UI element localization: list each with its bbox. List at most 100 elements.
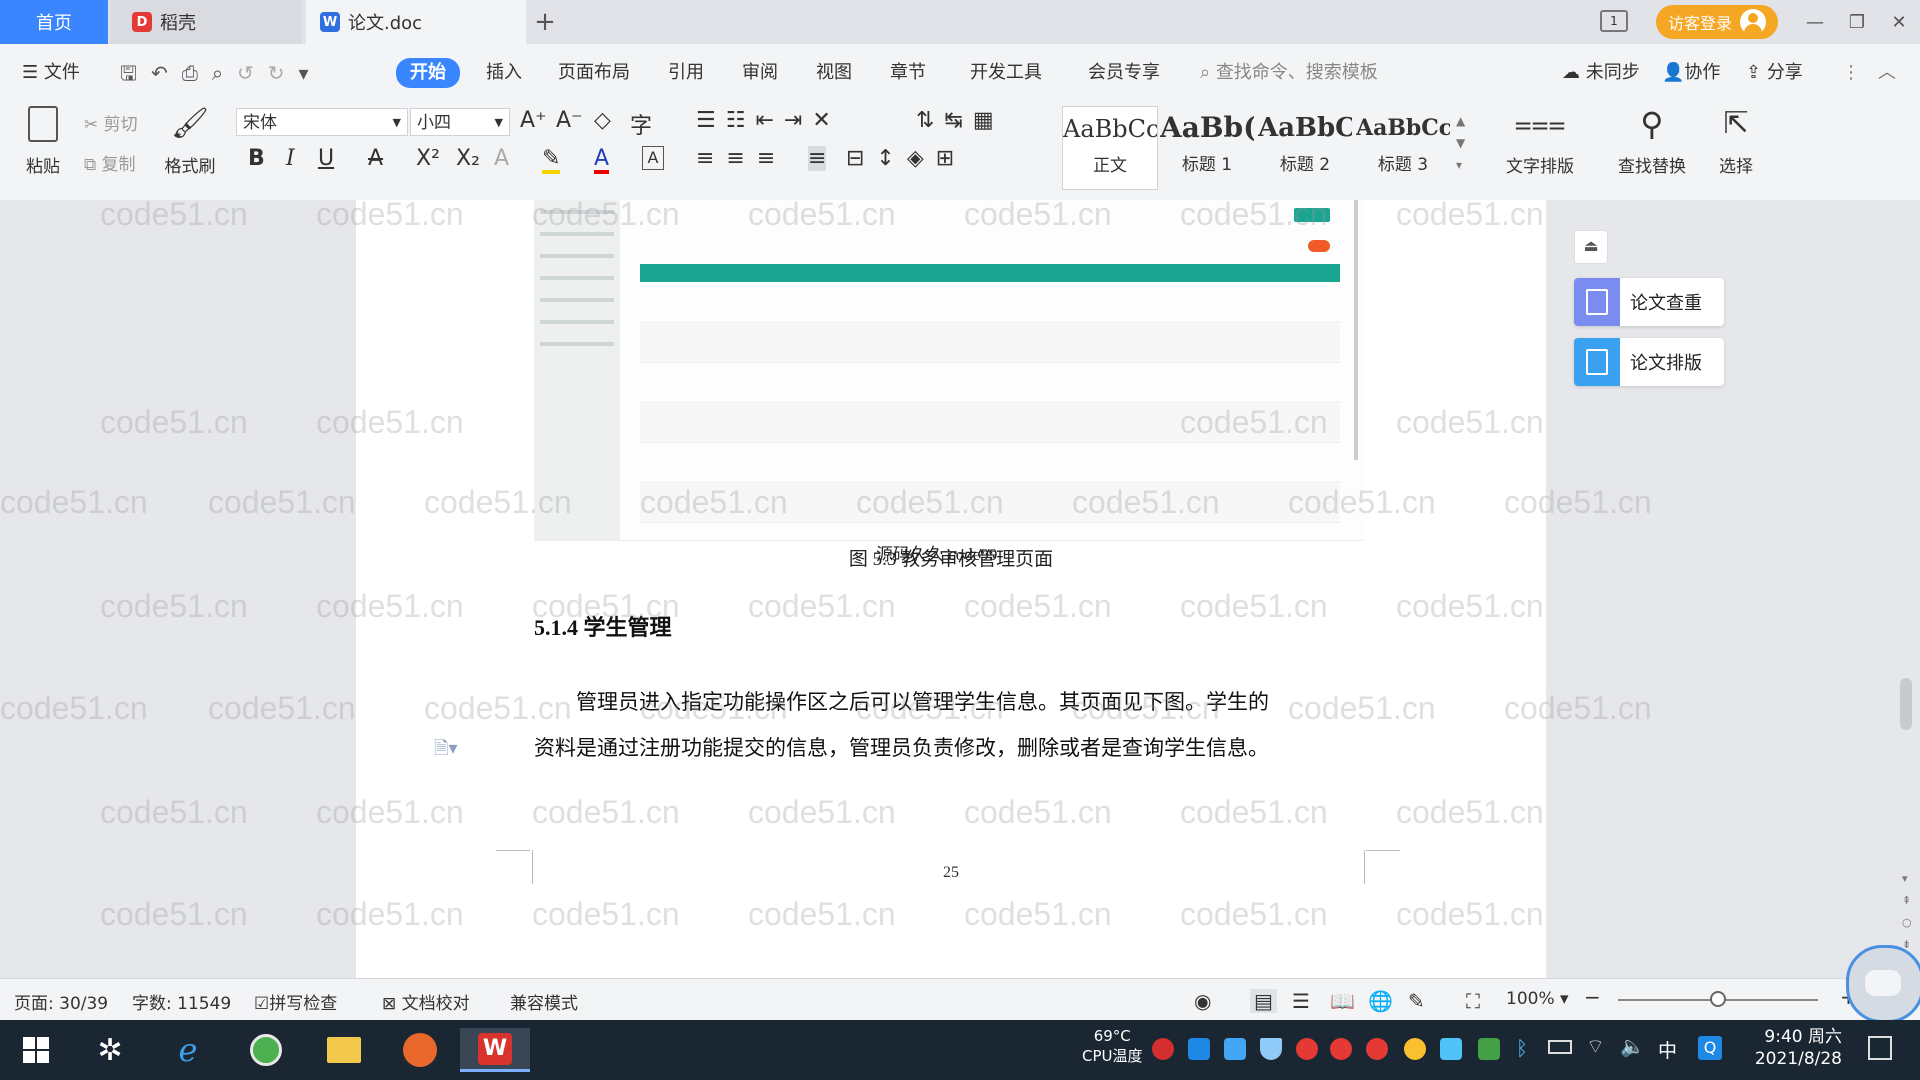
page-indicator[interactable]: 页面: 30/39 (14, 989, 108, 1014)
font-name-select[interactable]: 宋体 ▼ (236, 108, 408, 136)
outline-view-icon[interactable]: ☰ (1292, 989, 1310, 1013)
page-view-icon[interactable]: ▤ (1250, 989, 1277, 1013)
tab-document[interactable]: W 论文.doc (306, 0, 526, 44)
ie-browser-icon[interactable]: e (166, 1028, 210, 1072)
file-menu[interactable]: ☰ 文件 (22, 58, 80, 88)
bluetooth-icon[interactable]: ᛒ (1516, 1036, 1528, 1060)
save-icon[interactable]: 🖫 (120, 61, 151, 85)
window-layout-icon[interactable]: 1 (1600, 10, 1628, 32)
collapse-ribbon-icon[interactable]: ︿ (1878, 58, 1896, 88)
zoom-level[interactable]: 100% ▾ (1506, 989, 1569, 1009)
collapse-panel-button[interactable]: ⏏ (1574, 230, 1608, 264)
menu-start[interactable]: 开始 (396, 58, 460, 88)
volume-icon[interactable]: 🔈 (1620, 1034, 1645, 1058)
style-heading2[interactable]: AaBbC 标题 2 (1258, 106, 1352, 188)
tray-app-icon[interactable] (1188, 1038, 1210, 1060)
shrink-font-icon[interactable]: A⁻ (556, 108, 583, 133)
wps-writer-icon[interactable]: W (460, 1028, 530, 1072)
find-replace-button[interactable]: ⚲ 查找替换 (1604, 106, 1700, 177)
zoom-slider-thumb[interactable] (1710, 991, 1726, 1007)
more-options-icon[interactable]: ⋮ (1842, 58, 1860, 88)
text-layout-button[interactable]: ⩶ 文字排版 (1492, 106, 1588, 177)
browser-360-icon[interactable] (244, 1028, 288, 1072)
restore-button[interactable]: ❐ (1840, 6, 1874, 38)
distribute-icons[interactable]: ⊟↕◈⊞ (846, 146, 966, 171)
phonetic-guide-icon[interactable]: 字 (630, 108, 652, 140)
style-normal[interactable]: AaBbCcI 正文 (1062, 106, 1158, 190)
list-icons[interactable]: ☰☷⇤⇥✕ (696, 108, 841, 133)
collab-button[interactable]: 👤协作 (1662, 58, 1720, 88)
battery-icon[interactable] (1548, 1040, 1572, 1054)
thesis-check-button[interactable]: 论文查重 (1574, 278, 1724, 326)
style-heading1[interactable]: AaBb(标题 1 (1160, 106, 1254, 188)
zoom-slider[interactable] (1618, 991, 1818, 1007)
sync-button[interactable]: ☁ 未同步 (1562, 58, 1640, 88)
clear-format-icon[interactable]: ◇ (594, 108, 611, 133)
pinwheel-app-icon[interactable]: ✲ (88, 1028, 132, 1072)
tray-app-icon[interactable] (1152, 1038, 1174, 1060)
spell-check-button[interactable]: ☑拼写检查 (254, 989, 337, 1014)
italic-icon[interactable]: I (286, 146, 295, 171)
write-view-icon[interactable]: ✎ (1408, 989, 1425, 1013)
select-button[interactable]: ⇱ 选择 (1706, 106, 1766, 177)
visitor-login-button[interactable]: 访客登录 (1656, 5, 1778, 39)
nvidia-icon[interactable] (1478, 1038, 1500, 1060)
paste-button[interactable]: 粘贴 (18, 106, 68, 177)
shield-icon[interactable] (1260, 1038, 1282, 1060)
close-button[interactable]: ✕ (1882, 6, 1916, 38)
align-icons[interactable]: ≡≡≡ (696, 146, 787, 171)
qq-icon[interactable]: Q (1698, 1036, 1722, 1060)
redo-icon[interactable]: ↻ (268, 61, 299, 85)
paragraph-marker-icon[interactable]: 🗎▾ (434, 736, 458, 766)
doc-proof-button[interactable]: ⊠ 文档校对 (382, 989, 470, 1014)
mascot-app-icon[interactable] (398, 1028, 442, 1072)
more-dropdown-icon[interactable]: ▾ (299, 61, 323, 85)
eye-protect-icon[interactable]: ◉ (1194, 989, 1211, 1013)
highlight-icon[interactable]: ✎ (542, 146, 561, 174)
assistant-bot-icon[interactable] (1846, 945, 1920, 1023)
cpu-temp-widget[interactable]: 69°C CPU温度 (1082, 1026, 1143, 1066)
word-count[interactable]: 字数: 11549 (132, 989, 231, 1014)
file-explorer-icon[interactable] (322, 1028, 366, 1072)
fit-page-icon[interactable]: ⛶ (1466, 989, 1480, 1013)
tab-home[interactable]: 首页 (0, 0, 108, 44)
tray-app-icon[interactable] (1366, 1038, 1388, 1060)
grow-font-icon[interactable]: A⁺ (520, 108, 547, 133)
cut-button[interactable]: ✂ 剪切 (84, 110, 138, 135)
menu-developer[interactable]: 开发工具 (970, 58, 1042, 88)
new-tab-button[interactable]: + (528, 0, 562, 44)
char-border-icon[interactable]: A (642, 146, 664, 170)
minimize-button[interactable]: — (1798, 6, 1832, 38)
text-effect-icon[interactable]: A (494, 146, 509, 171)
ime-indicator[interactable]: 中 (1658, 1036, 1677, 1063)
menu-view[interactable]: 视图 (816, 58, 852, 88)
zoom-out-button[interactable]: − (1584, 985, 1601, 1009)
share-button[interactable]: ⇪ 分享 (1746, 58, 1803, 88)
superscript-icon[interactable]: X² (416, 146, 440, 171)
quick-access-toolbar[interactable]: 🖫↶⎙⌕↺↻▾ (120, 58, 323, 88)
menu-page-layout[interactable]: 页面布局 (558, 58, 630, 88)
web-view-icon[interactable]: 🌐 (1368, 989, 1393, 1013)
page-nav-arrows[interactable]: ▾ ⇞ ○ ⇟ (1902, 868, 1912, 956)
justify-icon[interactable]: ≡ (808, 146, 827, 171)
bold-icon[interactable]: B (248, 146, 265, 171)
tray-app-icon[interactable] (1296, 1038, 1318, 1060)
print-icon[interactable]: ⎙ (182, 61, 212, 85)
copy-button[interactable]: ⧉ 复制 (84, 150, 136, 175)
tab-daoke[interactable]: D 稻壳 (110, 0, 302, 44)
tray-app-icon[interactable] (1404, 1038, 1426, 1060)
format-painter-button[interactable]: 🖌 格式刷 (162, 106, 218, 177)
subscript-icon[interactable]: X₂ (456, 146, 480, 171)
preview-icon[interactable]: ⌕ (212, 61, 237, 85)
menu-chapter[interactable]: 章节 (890, 58, 926, 88)
undo-icon[interactable]: ↺ (237, 61, 268, 85)
menu-member[interactable]: 会员专享 (1088, 58, 1160, 88)
font-color-icon[interactable]: A (594, 146, 610, 174)
sort-icons[interactable]: ⇅↹▦ (916, 108, 1004, 133)
menu-insert[interactable]: 插入 (486, 58, 522, 88)
font-size-select[interactable]: 小四 ▼ (410, 108, 510, 136)
styles-scroll[interactable]: ▲ ▼ ▾ (1456, 110, 1465, 176)
command-search[interactable]: ⌕ 查找命令、搜索模板 (1200, 58, 1378, 88)
menu-review[interactable]: 审阅 (742, 58, 778, 88)
tray-app-icon[interactable] (1330, 1038, 1352, 1060)
